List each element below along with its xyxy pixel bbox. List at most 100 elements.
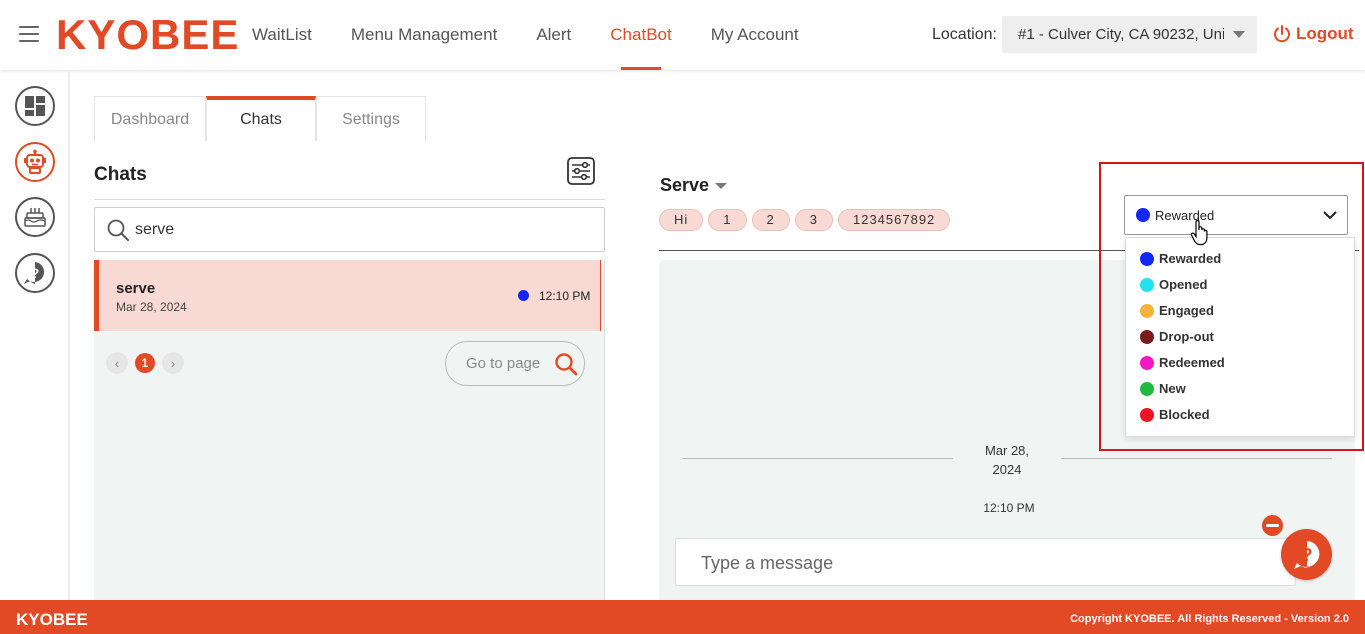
power-icon	[1274, 25, 1290, 43]
chat-status-dot	[518, 290, 529, 301]
tab-settings[interactable]: Settings	[316, 96, 426, 141]
status-option-engaged[interactable]: Engaged	[1126, 302, 1354, 328]
status-option-new[interactable]: New	[1126, 380, 1354, 406]
contact-name-dropdown[interactable]: Serve	[660, 175, 728, 196]
tag-chip[interactable]: 1	[708, 209, 747, 231]
chats-title: Chats	[94, 164, 147, 185]
status-option-drop-out[interactable]: Drop-out	[1126, 328, 1354, 354]
conversation-date-line2: 2024	[992, 462, 1022, 477]
chat-list-panel: serve Mar 28, 2024 12:10 PM ‹ 1 ›	[94, 260, 605, 600]
goto-page-input[interactable]	[466, 355, 546, 372]
logout-button[interactable]: Logout	[1272, 24, 1354, 44]
remove-icon[interactable]	[1262, 515, 1283, 536]
goto-page-box	[445, 341, 585, 386]
top-header: KYOBEE WaitList Menu Management Alert Ch…	[0, 0, 1365, 70]
divider	[94, 199, 605, 200]
nav-waitlist[interactable]: WaitList	[252, 0, 312, 70]
conversation-date: Mar 28, 2024	[977, 441, 1037, 479]
page-number-button[interactable]: 1	[135, 353, 155, 373]
rail-chatbot-button[interactable]	[15, 142, 55, 182]
status-option-opened[interactable]: Opened	[1126, 276, 1354, 302]
rail-birthday-button[interactable]	[15, 197, 55, 237]
status-dot	[1140, 356, 1154, 370]
nav-menu-management[interactable]: Menu Management	[351, 0, 497, 70]
status-option-label: Rewarded	[1159, 251, 1222, 266]
hand-cursor-icon	[1190, 220, 1208, 246]
chat-search-box[interactable]	[94, 207, 605, 252]
status-option-label: Opened	[1159, 277, 1208, 292]
tag-chip[interactable]: 2	[751, 209, 790, 231]
status-option-label: New	[1159, 381, 1186, 396]
conversation-date-line1: Mar 28,	[984, 443, 1030, 458]
location-label: Location:	[932, 26, 997, 43]
prev-page-button[interactable]: ‹	[106, 352, 128, 374]
caret-down-icon	[1233, 31, 1245, 38]
chatbot-tabs: Dashboard Chats Settings	[94, 96, 426, 141]
date-separator-line	[1061, 458, 1332, 459]
svg-text:?: ?	[31, 265, 40, 281]
rail-dashboard-button[interactable]	[15, 86, 55, 126]
location-select[interactable]: #1 - Culver City, CA 90232, United State…	[1002, 16, 1257, 53]
location-value: #1 - Culver City, CA 90232, United State…	[1018, 26, 1224, 43]
chat-list-item[interactable]: serve Mar 28, 2024 12:10 PM	[94, 260, 601, 331]
next-page-button[interactable]: ›	[162, 352, 184, 374]
pagination: ‹ 1 ›	[106, 352, 184, 374]
status-option-label: Blocked	[1159, 407, 1210, 422]
main-nav: WaitList Menu Management Alert ChatBot M…	[252, 0, 838, 70]
rail-help-button[interactable]: ?	[15, 253, 55, 293]
status-option-blocked[interactable]: Blocked	[1126, 406, 1354, 432]
search-icon	[107, 219, 129, 241]
tag-chip[interactable]: 1234567892	[837, 209, 951, 231]
help-icon: ?	[24, 262, 45, 284]
left-rail: ?	[0, 70, 70, 600]
date-separator-line	[682, 458, 953, 459]
status-option-rewarded[interactable]: Rewarded	[1126, 250, 1354, 276]
tag-chips: Hi 1 2 3 1234567892	[659, 209, 955, 231]
hamburger-menu-icon[interactable]	[19, 26, 39, 42]
nav-my-account[interactable]: My Account	[711, 0, 799, 70]
sliders-icon	[567, 157, 595, 185]
nav-chatbot[interactable]: ChatBot	[610, 0, 672, 70]
chevron-down-icon	[1323, 211, 1337, 220]
search-icon[interactable]	[554, 352, 578, 376]
message-input[interactable]	[701, 553, 1261, 574]
status-dot	[1140, 278, 1154, 292]
footer: KYOBEE Copyright KYOBEE. All Rights Rese…	[0, 600, 1365, 634]
status-select[interactable]: Rewarded	[1124, 195, 1348, 235]
caret-down-icon	[715, 182, 728, 189]
tag-chip[interactable]: Hi	[659, 209, 704, 231]
status-option-label: Engaged	[1159, 303, 1214, 318]
status-dot	[1136, 208, 1150, 222]
status-dot	[1140, 382, 1154, 396]
dashboard-icon	[25, 96, 45, 116]
status-dot	[1140, 330, 1154, 344]
status-dot	[1140, 304, 1154, 318]
nav-alert[interactable]: Alert	[536, 0, 571, 70]
logout-label: Logout	[1296, 24, 1354, 43]
chat-item-time: 12:10 PM	[539, 289, 591, 303]
help-chat-button[interactable]: ?	[1281, 529, 1332, 580]
status-option-label: Redeemed	[1159, 355, 1225, 370]
svg-text:?: ?	[1301, 545, 1312, 565]
question-bubble-icon: ?	[1293, 540, 1319, 569]
kyobee-logo[interactable]: KYOBEE	[56, 12, 239, 58]
message-box	[675, 538, 1296, 586]
status-option-redeemed[interactable]: Redeemed	[1126, 354, 1354, 380]
tag-chip[interactable]: 3	[794, 209, 833, 231]
footer-logo: KYOBEE	[16, 610, 88, 629]
chat-item-name: serve	[116, 280, 156, 297]
status-option-label: Drop-out	[1159, 329, 1214, 344]
chat-search-input[interactable]	[135, 219, 585, 241]
status-dot	[1140, 408, 1154, 422]
tab-dashboard[interactable]: Dashboard	[94, 96, 206, 141]
filter-button[interactable]	[567, 157, 595, 185]
contact-name: Serve	[660, 175, 710, 195]
status-menu: Rewarded Opened Engaged Drop-out Redeeme…	[1125, 237, 1355, 437]
chat-item-date: Mar 28, 2024	[116, 300, 187, 314]
status-dot	[1140, 252, 1154, 266]
tab-chats[interactable]: Chats	[206, 96, 316, 141]
robot-icon	[24, 149, 46, 174]
cake-icon	[24, 208, 46, 227]
conversation-time: 12:10 PM	[983, 501, 1035, 515]
footer-copyright: Copyright KYOBEE. All Rights Reserved - …	[1070, 613, 1349, 625]
